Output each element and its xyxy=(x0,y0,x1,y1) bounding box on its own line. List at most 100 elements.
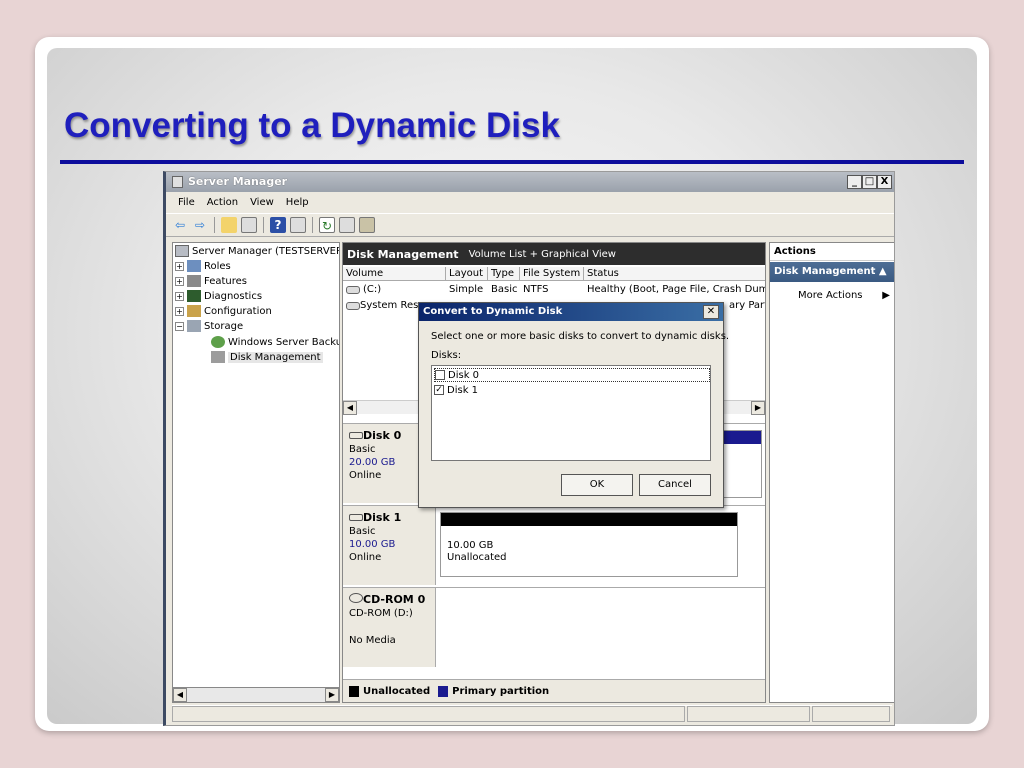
navigation-tree: Server Manager (TESTSERVER) + Roles + Fe… xyxy=(172,242,340,703)
expand-icon[interactable]: + xyxy=(175,261,184,271)
disk-state: Online xyxy=(349,552,382,563)
roles-icon xyxy=(187,260,201,272)
tree-item-backup[interactable]: Windows Server Backup xyxy=(211,336,340,348)
expand-icon[interactable]: + xyxy=(175,276,184,286)
volume-layout: Simple xyxy=(449,284,484,295)
volume-type: Basic xyxy=(491,284,518,295)
disk-0-label: Disk 0 xyxy=(448,369,480,381)
menu-help[interactable]: Help xyxy=(286,197,309,208)
actions-section[interactable]: Disk Management ▲ xyxy=(770,262,894,282)
col-file-system[interactable]: File System xyxy=(520,267,584,281)
menu-bar: File Action View Help xyxy=(166,192,894,212)
disk-1-checkbox[interactable]: ✓ xyxy=(434,385,444,395)
tree-item-diagnostics[interactable]: + Diagnostics xyxy=(175,290,262,302)
menu-action[interactable]: Action xyxy=(207,197,238,208)
storage-icon xyxy=(187,320,201,332)
status-pane xyxy=(812,706,890,722)
col-volume[interactable]: Volume xyxy=(343,267,446,281)
disk-management-icon xyxy=(211,351,225,363)
volume-name: (C:) xyxy=(363,284,382,295)
disk-0-checkbox[interactable] xyxy=(435,370,445,380)
tree-features-label: Features xyxy=(204,275,247,287)
disk-kind: Basic xyxy=(349,526,376,537)
drive-icon xyxy=(346,302,360,310)
collapse-arrow-icon[interactable]: ▲ xyxy=(879,266,887,277)
tree-scrollbar[interactable]: ◀ ▶ xyxy=(172,687,340,703)
slide-title: Converting to a Dynamic Disk xyxy=(64,106,560,145)
status-pane xyxy=(172,706,686,722)
expand-icon[interactable]: + xyxy=(175,291,184,301)
tree-item-features[interactable]: + Features xyxy=(175,275,247,287)
disk-1-label: Disk 1 xyxy=(447,384,479,396)
scroll-right-icon[interactable]: ▶ xyxy=(751,401,765,415)
tree-item-storage[interactable]: − Storage xyxy=(175,320,243,332)
drive-icon xyxy=(346,286,360,294)
dialog-close-icon[interactable]: ✕ xyxy=(703,305,719,319)
configuration-icon xyxy=(187,305,201,317)
forward-icon[interactable]: ⇨ xyxy=(192,217,208,233)
status-bar xyxy=(172,705,892,723)
volume-list-header: Volume Layout Type File System Status xyxy=(343,267,765,281)
show-hide-tree-icon[interactable] xyxy=(241,217,257,233)
disk-label: CD-ROM 0 CD-ROM (D:) No Media xyxy=(343,588,436,667)
cancel-button[interactable]: Cancel xyxy=(639,474,711,496)
volume-fs: NTFS xyxy=(523,284,549,295)
convert-dialog: Convert to Dynamic Disk ✕ Select one or … xyxy=(418,302,729,508)
disk-1-item[interactable]: ✓ Disk 1 xyxy=(434,383,478,397)
tree-item-root[interactable]: Server Manager (TESTSERVER) xyxy=(175,245,339,257)
cdrom-icon xyxy=(349,593,363,603)
scroll-left-icon[interactable]: ◀ xyxy=(173,688,187,702)
scroll-left-icon[interactable]: ◀ xyxy=(343,401,357,415)
volume-status: Healthy (Boot, Page File, Crash Dump, xyxy=(587,284,766,295)
disk-management-header: Disk Management Volume List + Graphical … xyxy=(343,243,765,265)
show-action-pane-icon[interactable] xyxy=(290,217,306,233)
tree-item-disk-management[interactable]: Disk Management xyxy=(211,351,323,363)
disk-row-cdrom[interactable]: CD-ROM 0 CD-ROM (D:) No Media xyxy=(343,587,765,667)
col-layout[interactable]: Layout xyxy=(446,267,488,281)
col-status[interactable]: Status xyxy=(584,267,765,281)
expand-icon[interactable]: + xyxy=(175,306,184,316)
menu-file[interactable]: File xyxy=(178,197,195,208)
more-actions[interactable]: More Actions ▶ xyxy=(798,290,894,301)
server-manager-icon xyxy=(172,176,183,188)
disk-name: CD-ROM 0 xyxy=(363,593,426,606)
unallocated-bar xyxy=(441,513,737,526)
actions-pane: Actions Disk Management ▲ More Actions ▶ xyxy=(769,242,894,703)
actions-header: Actions xyxy=(770,243,894,261)
properties-icon[interactable] xyxy=(339,217,355,233)
disk-0-item[interactable]: Disk 0 xyxy=(434,368,710,382)
maximize-button[interactable]: □ xyxy=(862,175,877,189)
up-folder-icon[interactable] xyxy=(221,217,237,233)
submenu-arrow-icon: ▶ xyxy=(882,290,890,301)
features-icon xyxy=(187,275,201,287)
refresh-icon[interactable]: ↻ xyxy=(319,217,335,233)
tree-diskmgmt-label: Disk Management xyxy=(228,351,323,363)
collapse-icon[interactable]: − xyxy=(175,321,184,331)
tree-backup-label: Windows Server Backup xyxy=(228,336,340,348)
disk-icon xyxy=(349,432,363,439)
tree-storage-label: Storage xyxy=(204,320,244,332)
menu-view[interactable]: View xyxy=(250,197,274,208)
volume-row[interactable]: (C:) Simple Basic NTFS Healthy (Boot, Pa… xyxy=(343,283,765,297)
disk-settings-icon[interactable] xyxy=(359,217,375,233)
tree-item-roles[interactable]: + Roles xyxy=(175,260,231,272)
minimize-button[interactable]: _ xyxy=(847,175,862,189)
diagnostics-icon xyxy=(187,290,201,302)
back-icon[interactable]: ⇦ xyxy=(172,217,188,233)
title-rule xyxy=(60,160,964,164)
ok-button[interactable]: OK xyxy=(561,474,633,496)
disk-state: No Media xyxy=(349,635,396,646)
actions-section-label: Disk Management xyxy=(774,266,876,277)
partition-disk1[interactable]: 10.00 GB Unallocated xyxy=(440,512,738,577)
disk-name: Disk 1 xyxy=(363,511,402,524)
dialog-title: Convert to Dynamic Disk xyxy=(423,306,563,317)
scroll-right-icon[interactable]: ▶ xyxy=(325,688,339,702)
col-type[interactable]: Type xyxy=(488,267,520,281)
disk-icon xyxy=(349,514,363,521)
tree-item-configuration[interactable]: + Configuration xyxy=(175,305,272,317)
toolbar: ⇦ ⇨ ? ↻ xyxy=(166,213,894,237)
close-button[interactable]: X xyxy=(877,175,892,189)
disks-listbox[interactable]: Disk 0 ✓ Disk 1 xyxy=(431,365,711,461)
disk-row-1[interactable]: Disk 1 Basic 10.00 GB Online 10.00 GB Un… xyxy=(343,505,765,585)
help-icon[interactable]: ? xyxy=(270,217,286,233)
